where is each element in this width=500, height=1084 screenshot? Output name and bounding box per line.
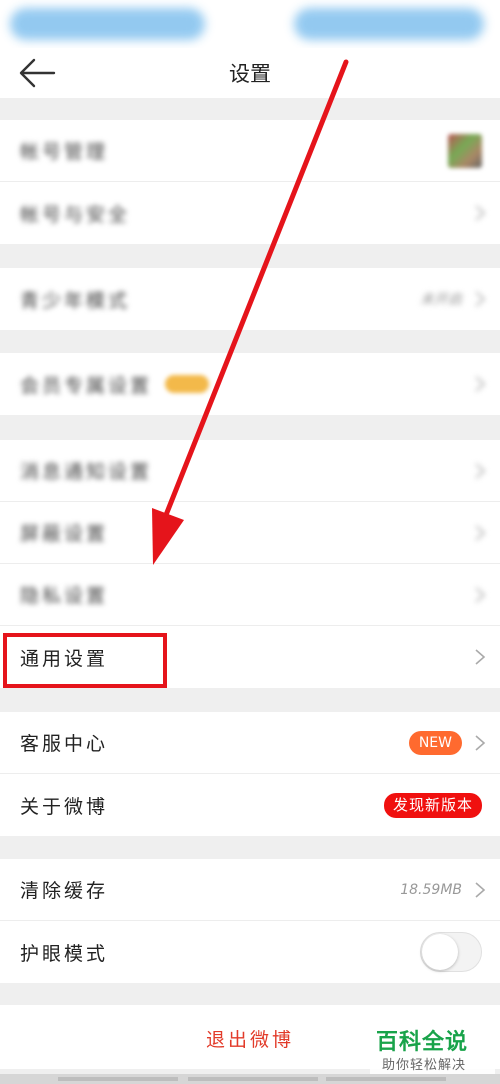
row-label: 客服中心 — [20, 733, 109, 755]
row-label: 消息通知设置 — [20, 461, 153, 483]
group-vip: 会员专属设置 — [0, 353, 500, 415]
chevron-right-icon — [475, 882, 486, 898]
chevron-right-icon — [475, 463, 486, 479]
chevron-right-icon — [475, 291, 486, 307]
chevron-right-icon — [475, 649, 486, 665]
row-privacy-settings[interactable]: 隐私设置 — [0, 564, 500, 626]
group-support: 客服中心 NEW 关于微博 发现新版本 — [0, 712, 500, 836]
row-label: 隐私设置 — [20, 585, 109, 607]
row-clear-cache[interactable]: 清除缓存 18.59MB — [0, 859, 500, 921]
bottom-strip — [0, 1074, 500, 1084]
row-label: 关于微博 — [20, 795, 109, 818]
avatar-thumbnail — [448, 134, 482, 168]
group-account: 帐号管理 帐号与安全 — [0, 120, 500, 244]
bottom-seg — [326, 1077, 446, 1081]
new-badge: NEW — [408, 731, 462, 755]
row-notification-settings[interactable]: 消息通知设置 — [0, 440, 500, 502]
chevron-right-icon — [475, 525, 486, 541]
watermark-main: 百科全说 — [376, 1030, 469, 1055]
eye-care-toggle[interactable] — [420, 932, 482, 972]
nav-bar: 设置 — [0, 48, 500, 98]
page-title: 设置 — [229, 62, 271, 86]
cache-size-value: 18.59MB — [400, 881, 462, 898]
group-teen: 青少年模式 未开启 — [0, 268, 500, 330]
vip-badge — [165, 375, 209, 393]
teen-mode-value: 未开启 — [420, 292, 462, 308]
row-account-security[interactable]: 帐号与安全 — [0, 182, 500, 244]
row-block-settings[interactable]: 屏蔽设置 — [0, 502, 500, 564]
row-label: 屏蔽设置 — [20, 523, 109, 545]
row-account-management[interactable]: 帐号管理 — [0, 120, 500, 182]
status-bar — [0, 0, 500, 48]
group-storage: 清除缓存 18.59MB 护眼模式 — [0, 859, 500, 983]
chevron-right-icon — [475, 205, 486, 221]
row-teen-mode[interactable]: 青少年模式 未开启 — [0, 268, 500, 330]
row-label: 帐号管理 — [20, 141, 109, 163]
highlight-box — [3, 633, 167, 688]
row-eye-care-mode: 护眼模式 — [0, 921, 500, 983]
chevron-right-icon — [475, 735, 486, 751]
status-blur-left — [10, 8, 205, 40]
row-label: 护眼模式 — [20, 942, 109, 965]
chevron-right-icon — [475, 376, 486, 392]
row-about-weibo[interactable]: 关于微博 发现新版本 — [0, 774, 500, 836]
row-label: 会员专属设置 — [20, 374, 153, 397]
watermark-sub: 助你轻松解决 — [382, 1058, 467, 1073]
status-blur-right — [294, 8, 484, 40]
row-customer-service[interactable]: 客服中心 NEW — [0, 712, 500, 774]
toggle-knob — [422, 934, 458, 970]
row-label: 清除缓存 — [20, 880, 109, 902]
new-version-badge: 发现新版本 — [383, 793, 482, 818]
bottom-seg — [58, 1077, 178, 1081]
row-vip-settings[interactable]: 会员专属设置 — [0, 353, 500, 415]
chevron-right-icon — [475, 587, 486, 603]
row-label: 青少年模式 — [20, 289, 131, 312]
bottom-seg — [188, 1077, 318, 1081]
watermark-logo: 百科全说 助你轻松解决 — [370, 1022, 495, 1078]
row-label: 帐号与安全 — [20, 203, 131, 226]
